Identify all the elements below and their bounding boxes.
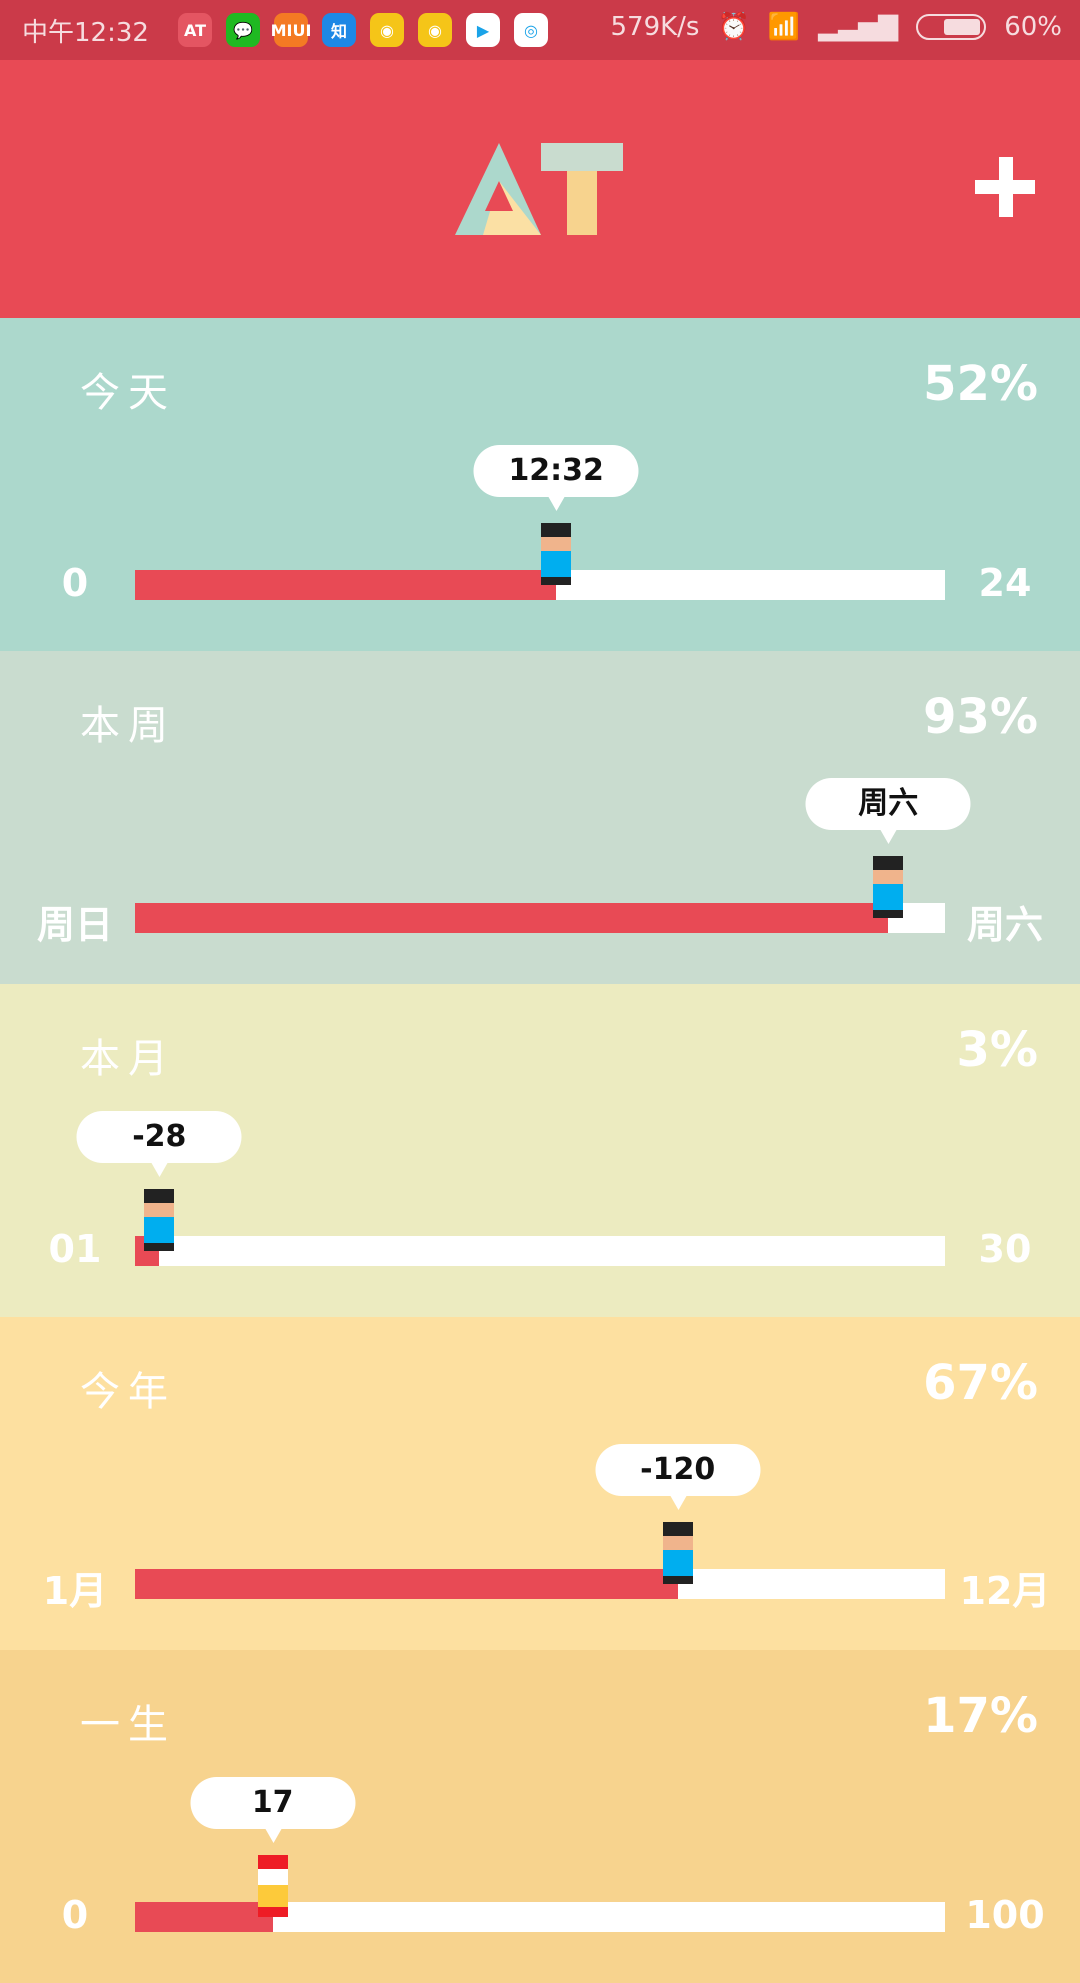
percent-label: 93%	[923, 689, 1038, 745]
section-title: 今天	[80, 370, 176, 416]
progress-section: 本周 93% 周日 周六 周六	[0, 651, 1080, 984]
start-label: 0	[61, 1893, 89, 1937]
progress-fill	[135, 570, 557, 600]
progress-fill	[135, 1569, 678, 1599]
value-bubble: -28	[76, 1111, 242, 1177]
progress-bar	[135, 1569, 945, 1599]
progress-section: 一生 17% 0 100 17	[0, 1650, 1080, 1983]
person-marker-icon	[873, 856, 904, 918]
progress-bar	[135, 903, 945, 933]
at-app-icon: AT	[178, 13, 212, 47]
percent-label: 17%	[923, 1688, 1038, 1744]
app-header	[0, 60, 1080, 318]
battery-percent: 60%	[1004, 12, 1062, 42]
percent-label: 67%	[923, 1355, 1038, 1411]
weibo-icon-2: ◉	[418, 13, 452, 47]
zhihu-icon: 知	[322, 13, 356, 47]
battery-icon	[916, 14, 987, 40]
section-title: 一生	[80, 1702, 176, 1748]
network-speed: 579K/s	[610, 12, 700, 42]
progress-bar	[135, 1236, 945, 1266]
section-title: 本周	[80, 703, 176, 749]
wechat-icon: 💬	[226, 13, 260, 47]
progress-fill	[135, 903, 889, 933]
person-marker-icon	[541, 523, 572, 585]
start-label: 0	[61, 561, 89, 605]
add-button[interactable]	[975, 157, 1035, 217]
end-label: 30	[978, 1227, 1032, 1271]
at-logo	[455, 143, 623, 235]
value-bubble: 周六	[805, 778, 971, 844]
wifi-icon: 📶	[767, 12, 801, 42]
status-bar: 中午12:32 AT 💬 MIUI 知 ◉ ◉ ▶ ◎ 579K/s ⏰ 📶 ▂▃▅▇ 60%	[0, 0, 1080, 60]
progress-fill	[135, 1902, 273, 1932]
value-bubble: 17	[190, 1777, 356, 1843]
progress-section: 本月 3% 01 30 -28	[0, 984, 1080, 1317]
circle-app-icon: ◎	[514, 13, 548, 47]
clock: 中午12:32	[22, 18, 149, 48]
section-title: 本月	[80, 1036, 176, 1082]
percent-label: 52%	[923, 356, 1038, 412]
start-label: 1月	[42, 1569, 108, 1613]
end-label: 100	[965, 1893, 1045, 1937]
end-label: 周六	[966, 903, 1043, 947]
progress-bar	[135, 1902, 945, 1932]
weibo-icon: ◉	[370, 13, 404, 47]
progress-section: 今年 67% 1月 12月 -120	[0, 1317, 1080, 1650]
end-label: 12月	[959, 1569, 1051, 1613]
end-label: 24	[978, 561, 1032, 605]
start-label: 周日	[36, 903, 113, 947]
progress-bar	[135, 570, 945, 600]
value-bubble: -120	[595, 1444, 761, 1510]
person-marker-icon	[662, 1522, 693, 1584]
progress-section: 今天 52% 0 24 12:32	[0, 318, 1080, 651]
start-label: 01	[48, 1227, 102, 1271]
value-bubble: 12:32	[473, 445, 639, 511]
alarm-icon: ⏰	[717, 12, 750, 42]
notification-icons: AT 💬 MIUI 知 ◉ ◉ ▶ ◎	[178, 13, 548, 47]
signal-icon: ▂▃▅▇	[818, 12, 899, 42]
section-title: 今年	[80, 1369, 176, 1415]
miui-icon: MIUI	[271, 13, 311, 47]
percent-label: 3%	[956, 1022, 1039, 1078]
flag-marker-icon	[257, 1855, 288, 1917]
play-store-icon: ▶	[466, 13, 500, 47]
person-marker-icon	[144, 1189, 175, 1251]
